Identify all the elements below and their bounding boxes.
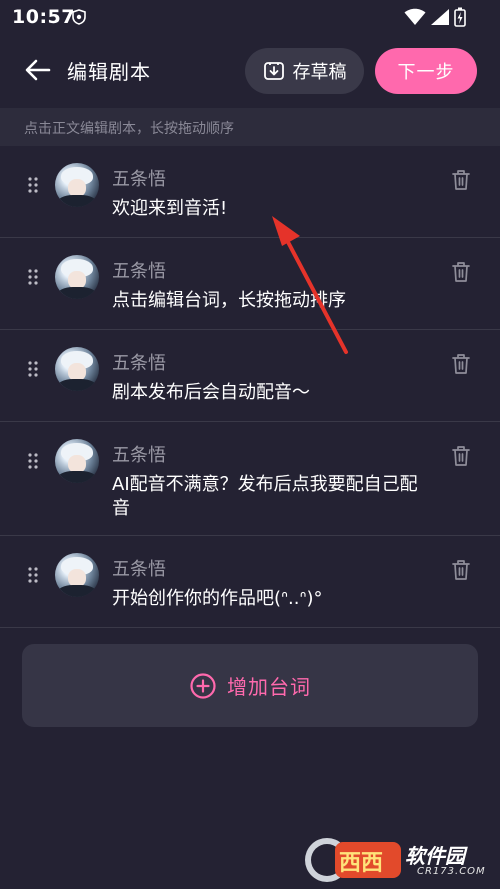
script-line-item[interactable]: 五条悟 AI配音不满意？发布后点我要配自己配音 [0,422,500,536]
save-draft-button[interactable]: 存草稿 [245,48,364,94]
speaker-name: 五条悟 [112,559,166,580]
script-line-item[interactable]: 五条悟 开始创作你的作品吧(ᐢ..ᐢ)° [0,536,500,628]
speaker-name: 五条悟 [112,169,166,190]
battery-charging-icon [454,7,466,27]
script-line-item[interactable]: 五条悟 欢迎来到音活! [0,146,500,238]
script-line-list: 五条悟 欢迎来到音活! 五条悟 点击编辑台词，长按拖动排序 五条悟 剧本发布后会… [0,146,500,628]
plus-circle-icon [190,672,216,699]
script-line-item[interactable]: 五条悟 剧本发布后会自动配音～ [0,330,500,422]
drag-handle-icon[interactable] [28,567,38,583]
status-icons [404,7,466,27]
speaker-name: 五条悟 [112,261,166,282]
save-draft-label: 存草稿 [292,62,347,83]
drag-handle-icon[interactable] [28,269,38,285]
speaker-name: 五条悟 [112,353,166,374]
next-step-label: 下一步 [397,62,455,83]
trash-icon[interactable] [450,444,472,468]
drag-handle-icon[interactable] [28,177,38,193]
app-header: 编辑剧本 存草稿 下一步 [0,36,500,106]
line-text[interactable]: AI配音不满意？发布后点我要配自己配音 [112,473,430,521]
hint-text: 点击正文编辑剧本，长按拖动顺序 [24,121,234,137]
wifi-icon [404,8,426,25]
vpn-shield-icon [72,9,86,25]
script-line-item[interactable]: 五条悟 点击编辑台词，长按拖动排序 [0,238,500,330]
line-text[interactable]: 剧本发布后会自动配音～ [112,381,432,405]
page-title: 编辑剧本 [67,60,151,84]
drag-handle-icon[interactable] [28,453,38,469]
annotation-arrow [272,216,348,354]
script-editor-screen: 10:57 编辑剧本 存草稿 下一步 点击正文编辑剧本，长按拖动顺序 五条悟 欢… [0,0,500,889]
site-watermark: 西西 软件园 CR173.COM [305,836,495,884]
watermark-domain: CR173.COM [417,866,486,877]
watermark-brand: 软件园 [405,844,465,868]
add-line-label: 增加台词 [227,675,311,699]
line-text[interactable]: 开始创作你的作品吧(ᐢ..ᐢ)° [112,587,432,611]
avatar [55,163,99,207]
watermark-badge-text: 西西 [339,851,384,876]
status-bar: 10:57 [0,0,500,36]
signal-icon [431,9,449,25]
drag-handle-icon[interactable] [28,361,38,377]
next-step-button[interactable]: 下一步 [375,48,477,94]
back-arrow-icon[interactable] [22,54,54,86]
trash-icon[interactable] [450,168,472,192]
trash-icon[interactable] [450,558,472,582]
avatar [55,255,99,299]
status-time: 10:57 [12,6,75,28]
avatar [55,347,99,391]
avatar [55,553,99,597]
hint-bar: 点击正文编辑剧本，长按拖动顺序 [0,108,500,146]
trash-icon[interactable] [450,260,472,284]
speaker-name: 五条悟 [112,445,166,466]
trash-icon[interactable] [450,352,472,376]
add-line-button[interactable]: 增加台词 [22,644,478,727]
save-draft-icon [263,62,284,80]
avatar [55,439,99,483]
